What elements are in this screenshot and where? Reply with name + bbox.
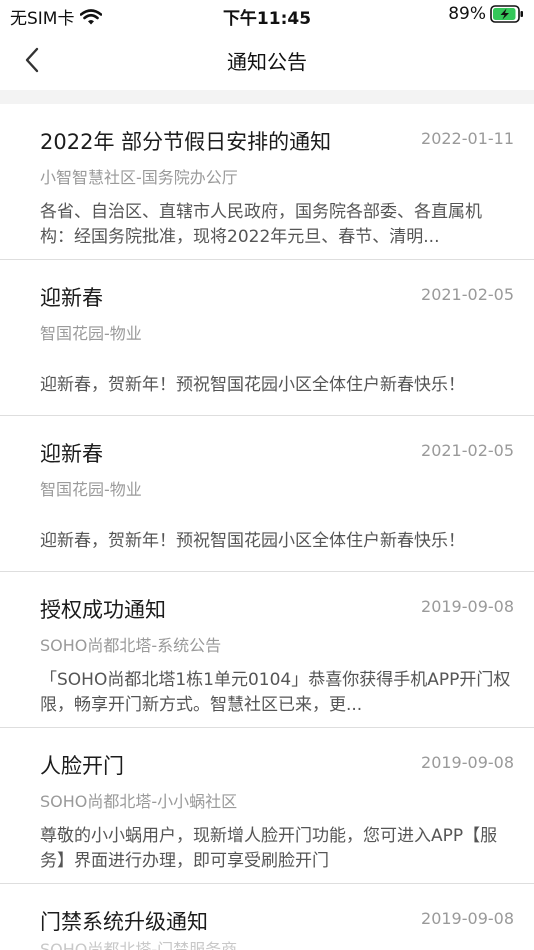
navigation-bar: 通知公告 bbox=[0, 30, 534, 90]
notice-source: 小智智慧社区-国务院办公厅 bbox=[40, 168, 238, 187]
notice-date: 2019-09-08 bbox=[421, 597, 514, 616]
notice-source: 智国花园-物业 bbox=[40, 324, 142, 343]
notice-item[interactable]: 迎新春 2021-02-05 智国花园-物业 迎新春，贺新年！预祝智国花园小区全… bbox=[0, 260, 534, 416]
notice-date: 2019-09-08 bbox=[421, 909, 514, 928]
notice-date: 2021-02-05 bbox=[421, 285, 514, 304]
notice-list: 2022年 部分节假日安排的通知 2022-01-11 小智智慧社区-国务院办公… bbox=[0, 104, 534, 950]
notice-title: 2022年 部分节假日安排的通知 bbox=[40, 130, 332, 154]
notice-title: 迎新春 bbox=[40, 286, 103, 310]
battery-percent: 89% bbox=[448, 4, 486, 24]
header-separator bbox=[0, 90, 534, 104]
notice-item[interactable]: 授权成功通知 2019-09-08 SOHO尚都北塔-系统公告 「SOHO尚都北… bbox=[0, 572, 534, 728]
notice-item[interactable]: 2022年 部分节假日安排的通知 2022-01-11 小智智慧社区-国务院办公… bbox=[0, 104, 534, 260]
notice-item[interactable]: 迎新春 2021-02-05 智国花园-物业 迎新春，贺新年！预祝智国花园小区全… bbox=[0, 416, 534, 572]
battery-charging-icon bbox=[490, 5, 524, 23]
notice-item[interactable]: 门禁系统升级通知 2019-09-08 SOHO尚都北塔-门禁服务商 bbox=[0, 884, 534, 950]
notice-source: 智国花园-物业 bbox=[40, 480, 142, 499]
notice-body: 各省、自治区、直辖市人民政府，国务院各部委、各直属机构：经国务院批准，现将202… bbox=[40, 202, 482, 247]
notice-item[interactable]: 人脸开门 2019-09-08 SOHO尚都北塔-小小蜗社区 尊敬的小小蜗用户，… bbox=[0, 728, 534, 884]
notice-date: 2019-09-08 bbox=[421, 753, 514, 772]
notice-title: 门禁系统升级通知 bbox=[40, 910, 208, 934]
status-right: 89% bbox=[448, 4, 524, 24]
notice-body: 迎新春，贺新年！预祝智国花园小区全体住户新春快乐！ bbox=[40, 375, 465, 395]
notice-source: SOHO尚都北塔-系统公告 bbox=[40, 636, 222, 655]
notice-date: 2021-02-05 bbox=[421, 441, 514, 460]
status-bar: 无SIM卡 下午11:45 89% bbox=[0, 0, 534, 30]
notice-body: 迎新春，贺新年！预祝智国花园小区全体住户新春快乐！ bbox=[40, 531, 465, 551]
notice-source: SOHO尚都北塔-门禁服务商 bbox=[40, 940, 238, 950]
notice-body: 「SOHO尚都北塔1栋1单元0104」恭喜你获得手机APP开门权限，畅享开门新方… bbox=[40, 670, 511, 715]
notice-title: 迎新春 bbox=[40, 442, 103, 466]
notice-source: SOHO尚都北塔-小小蜗社区 bbox=[40, 792, 238, 811]
notice-body: 尊敬的小小蜗用户，现新增人脸开门功能，您可进入APP【服务】界面进行办理，即可享… bbox=[40, 826, 498, 871]
notice-title: 授权成功通知 bbox=[40, 598, 166, 622]
notice-date: 2022-01-11 bbox=[421, 129, 514, 148]
page-title: 通知公告 bbox=[227, 50, 307, 74]
notice-title: 人脸开门 bbox=[40, 754, 124, 778]
